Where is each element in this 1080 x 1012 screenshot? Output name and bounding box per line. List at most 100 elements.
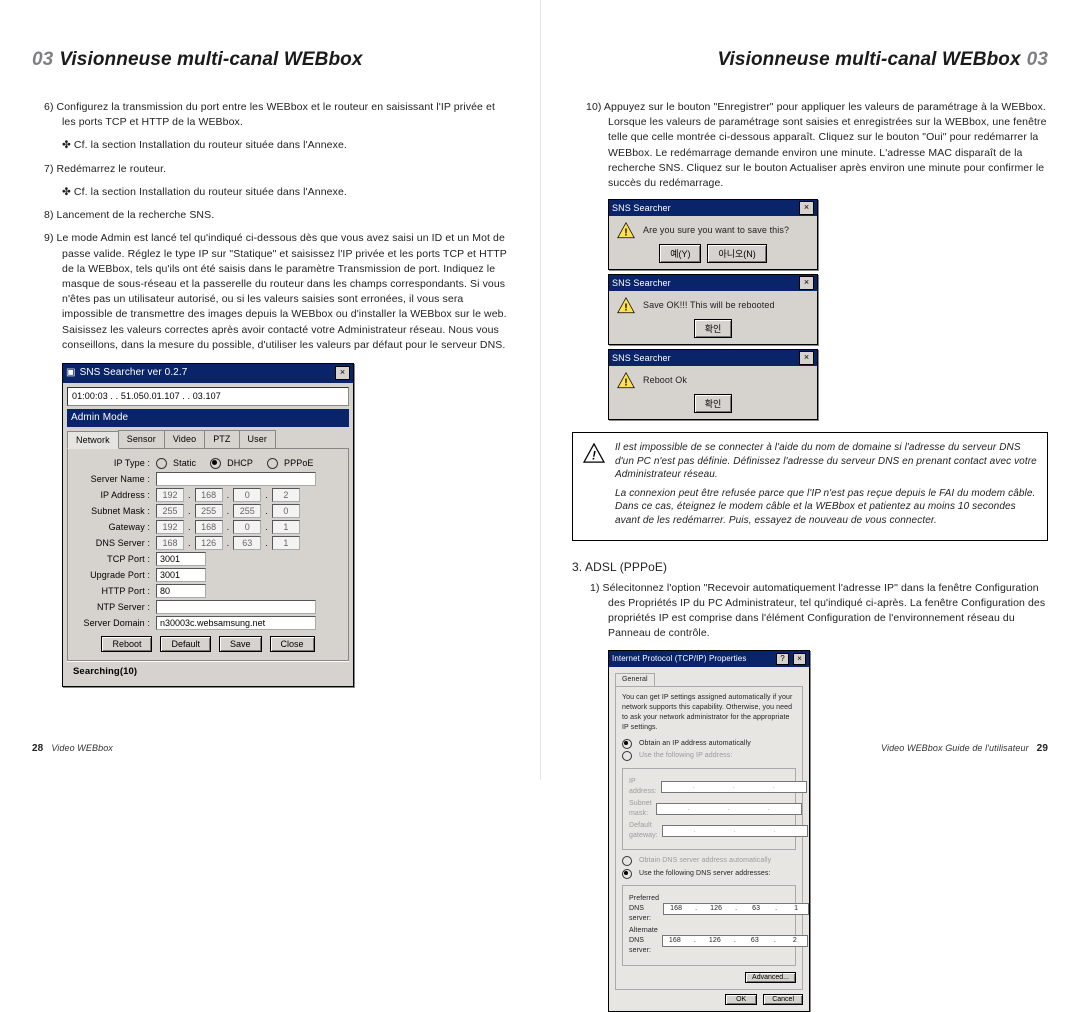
step-10: 10) Appuyez sur le bouton "Enregistrer" … [572, 100, 1048, 191]
tab-network[interactable]: Network [67, 431, 119, 449]
ip2[interactable] [195, 488, 223, 502]
tab-sensor[interactable]: Sensor [118, 430, 165, 448]
step-7: 7) Redémarrez le routeur. [32, 162, 508, 177]
row-tcp-port: TCP Port : [74, 552, 342, 566]
footer-right: Video WEBbox Guide de l'utilisateur 29 [572, 742, 1048, 757]
close-icon[interactable]: × [335, 366, 350, 380]
cancel-button[interactable]: Cancel [763, 994, 803, 1005]
running-head-left: 03 Visionneuse multi-canal WEBbox [32, 46, 508, 74]
yes-button[interactable]: 예(Y) [659, 244, 701, 263]
advanced-button[interactable]: Advanced... [745, 972, 796, 983]
svg-text:!: ! [624, 303, 627, 314]
row-gateway: Gateway : . . . [74, 520, 342, 534]
app-icon: ▣ [66, 366, 76, 381]
row-ip-type: IP Type : Static DHCP PPPoE [74, 457, 342, 470]
radio-auto-dns[interactable] [622, 856, 632, 866]
close-icon[interactable]: × [799, 276, 814, 290]
upgrade-port-input[interactable] [156, 568, 206, 582]
sns-window: ▣ SNS Searcher ver 0.2.7 × 01:00:03 . . … [62, 363, 354, 687]
warning-icon: ! [617, 297, 635, 313]
server-name-input[interactable] [156, 472, 316, 486]
warning-icon: ! [617, 372, 635, 388]
step-8: 8) Lancement de la recherche SNS. [32, 208, 508, 223]
page-right: Visionneuse multi-canal WEBbox 03 10) Ap… [540, 0, 1080, 780]
notice-text: Il est impossible de se connecter à l'ai… [615, 441, 1037, 532]
row-upgrade-port: Upgrade Port : [74, 568, 342, 582]
chapter-number: 03 [32, 46, 53, 74]
dlg-reboot-ok: SNS Searcher× ! Reboot Ok 확인 [608, 349, 818, 420]
dlg-msg-1: Are you sure you want to save this? [643, 224, 789, 237]
sns-titlebar: ▣ SNS Searcher ver 0.2.7 × [63, 364, 353, 383]
sns-search-strip: 01:00:03 . . 51.050.01.107 . . 03.107 [67, 387, 349, 406]
dlg-msg-2: Save OK!!! This will be rebooted [643, 299, 775, 312]
ok-button[interactable]: 확인 [694, 319, 733, 338]
tab-user[interactable]: User [239, 430, 276, 448]
step-9: 9) Le mode Admin est lancé tel qu'indiqu… [32, 231, 508, 353]
row-dns: DNS Server : . . . [74, 536, 342, 550]
footer-title-left: Video WEBbox [51, 742, 113, 755]
warning-icon: ! [583, 443, 605, 459]
step-6-note: ✤ Cf. la section Installation du routeur… [62, 138, 508, 153]
tcp-port-input[interactable] [156, 552, 206, 566]
left-body-text: 6) Configurez la transmission du port en… [32, 100, 508, 687]
warning-notice-box: ! Il est impossible de se connecter à l'… [572, 432, 1048, 541]
reboot-button[interactable]: Reboot [101, 636, 152, 652]
row-http-port: HTTP Port : [74, 584, 342, 598]
radio-use-dns[interactable] [622, 869, 632, 879]
http-port-input[interactable] [156, 584, 206, 598]
label-ip-type: IP Type : [74, 457, 152, 470]
default-button[interactable]: Default [160, 636, 211, 652]
sns-status: Searching(10) [67, 661, 349, 682]
notice-p2: La connexion peut être refusée parce que… [615, 487, 1037, 528]
radio-static[interactable] [156, 458, 167, 469]
ip4[interactable] [272, 488, 300, 502]
ok-button[interactable]: 확인 [694, 394, 733, 413]
row-server-domain: Server Domain : [74, 616, 342, 630]
pref-dns-input[interactable]: 168.126.63.1 [663, 903, 809, 915]
alt-dns-input[interactable]: 168.126.63.2 [662, 935, 808, 947]
figure-dialogs: SNS Searcher× ! Are you sure you want to… [608, 199, 818, 420]
row-ntp: NTP Server : [74, 600, 342, 614]
running-head-right: Visionneuse multi-canal WEBbox 03 [572, 46, 1048, 74]
help-icon[interactable]: ? [776, 653, 789, 665]
tab-panel-network: IP Type : Static DHCP PPPoE Server Name … [67, 448, 349, 661]
sns-body: 01:00:03 . . 51.050.01.107 . . 03.107 Ad… [63, 383, 353, 686]
no-button[interactable]: 아니오(N) [707, 244, 766, 263]
tab-general[interactable]: General [615, 673, 655, 687]
close-icon[interactable]: × [799, 201, 814, 215]
dlg-msg-3: Reboot Ok [643, 374, 687, 387]
admin-mode-bar: Admin Mode [67, 409, 349, 428]
footer-left: 28 Video WEBbox [32, 742, 508, 757]
server-domain-input[interactable] [156, 616, 316, 630]
sns-tabs: Network Sensor Video PTZ User [67, 430, 349, 448]
step-7-note: ✤ Cf. la section Installation du routeur… [62, 185, 508, 200]
ip3[interactable] [233, 488, 261, 502]
tab-ptz[interactable]: PTZ [204, 430, 239, 448]
tab-video[interactable]: Video [164, 430, 205, 448]
figure-sns-searcher: ▣ SNS Searcher ver 0.2.7 × 01:00:03 . . … [32, 363, 508, 687]
dlg-save-ok: SNS Searcher× ! Save OK!!! This will be … [608, 274, 818, 345]
step-6: 6) Configurez la transmission du port en… [32, 100, 508, 130]
close-button[interactable]: Close [270, 636, 315, 652]
radio-pppoe[interactable] [267, 458, 278, 469]
close-icon[interactable]: × [799, 351, 814, 365]
svg-text:!: ! [592, 449, 596, 463]
close-icon[interactable]: × [793, 653, 806, 665]
right-body: 10) Appuyez sur le bouton "Enregistrer" … [572, 100, 1048, 1012]
ip1[interactable] [156, 488, 184, 502]
figure-tcpip-properties: Internet Protocol (TCP/IP) Properties?× … [608, 650, 810, 1012]
ok-button[interactable]: OK [725, 994, 757, 1005]
radio-dhcp[interactable] [210, 458, 221, 469]
ntp-input[interactable] [156, 600, 316, 614]
footer-title-right: Video WEBbox Guide de l'utilisateur [881, 742, 1029, 755]
page-number-right: 29 [1037, 742, 1048, 757]
save-button[interactable]: Save [219, 636, 262, 652]
chapter-number-r: 03 [1027, 46, 1048, 74]
chapter-title: Visionneuse multi-canal WEBbox [59, 46, 362, 74]
sns-button-row: Reboot Default Save Close [74, 636, 342, 652]
chapter-title-r: Visionneuse multi-canal WEBbox [717, 46, 1020, 74]
sns-title: SNS Searcher ver 0.2.7 [80, 366, 188, 381]
page-left: 03 Visionneuse multi-canal WEBbox 6) Con… [0, 0, 540, 780]
warning-icon: ! [617, 222, 635, 238]
page-number-left: 28 [32, 742, 43, 757]
